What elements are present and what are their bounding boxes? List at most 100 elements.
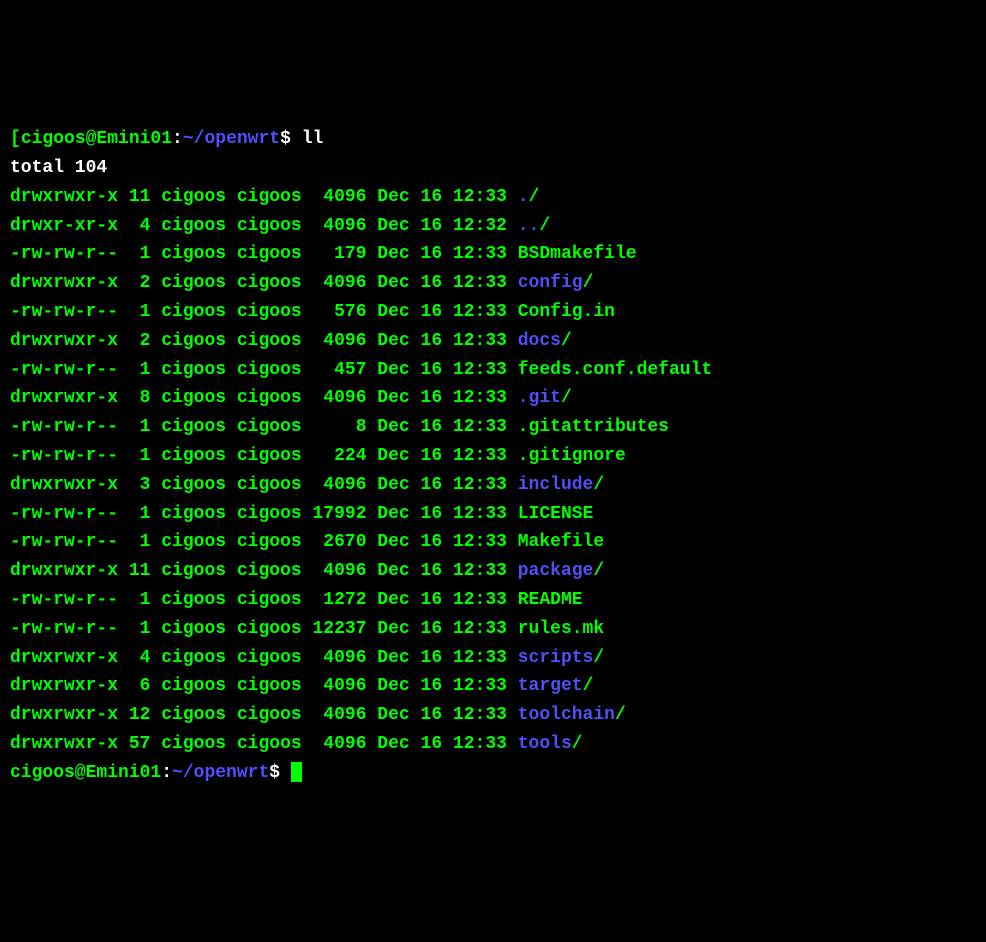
file-name: .	[518, 187, 529, 207]
time: 12:33	[442, 532, 507, 552]
month: Dec	[367, 273, 410, 293]
day: 16	[410, 302, 442, 322]
group: cigoos	[226, 417, 302, 437]
file-name: target	[518, 676, 583, 696]
month: Dec	[367, 446, 410, 466]
list-row: -rw-rw-r-- 1 cigoos cigoos 8 Dec 16 12:3…	[10, 417, 669, 437]
day: 16	[410, 590, 442, 610]
links: 3	[118, 475, 150, 495]
file-name: Config.in	[518, 302, 615, 322]
links: 12	[118, 705, 150, 725]
day: 16	[410, 504, 442, 524]
owner: cigoos	[150, 705, 226, 725]
size: 12237	[302, 619, 367, 639]
time: 12:33	[442, 475, 507, 495]
file-suffix: /	[583, 676, 594, 696]
perm: drwxr-xr-x	[10, 216, 118, 236]
perm: drwxrwxr-x	[10, 734, 118, 754]
links: 8	[118, 388, 150, 408]
file-suffix: /	[561, 331, 572, 351]
typed-command: ll	[302, 129, 324, 149]
prompt-separator: :	[161, 763, 172, 783]
time: 12:33	[442, 273, 507, 293]
month: Dec	[367, 302, 410, 322]
total-line: total 104	[10, 158, 107, 178]
size: 4096	[302, 561, 367, 581]
links: 1	[118, 417, 150, 437]
size: 4096	[302, 187, 367, 207]
file-suffix: /	[583, 273, 594, 293]
links: 1	[118, 446, 150, 466]
size: 4096	[302, 216, 367, 236]
perm: -rw-rw-r--	[10, 590, 118, 610]
owner: cigoos	[150, 273, 226, 293]
time: 12:33	[442, 619, 507, 639]
file-suffix: /	[572, 734, 583, 754]
perm: drwxrwxr-x	[10, 388, 118, 408]
perm: -rw-rw-r--	[10, 360, 118, 380]
group: cigoos	[226, 619, 302, 639]
links: 2	[118, 331, 150, 351]
file-name: include	[518, 475, 594, 495]
file-suffix: /	[539, 216, 550, 236]
day: 16	[410, 417, 442, 437]
links: 57	[118, 734, 150, 754]
list-row: -rw-rw-r-- 1 cigoos cigoos 576 Dec 16 12…	[10, 302, 615, 322]
prompt-dollar: $	[269, 763, 291, 783]
month: Dec	[367, 504, 410, 524]
day: 16	[410, 475, 442, 495]
links: 1	[118, 532, 150, 552]
month: Dec	[367, 187, 410, 207]
month: Dec	[367, 561, 410, 581]
group: cigoos	[226, 504, 302, 524]
day: 16	[410, 360, 442, 380]
file-suffix: /	[593, 475, 604, 495]
owner: cigoos	[150, 504, 226, 524]
owner: cigoos	[150, 590, 226, 610]
month: Dec	[367, 388, 410, 408]
size: 457	[302, 360, 367, 380]
time: 12:33	[442, 331, 507, 351]
group: cigoos	[226, 388, 302, 408]
month: Dec	[367, 216, 410, 236]
file-name: BSDmakefile	[518, 244, 637, 264]
month: Dec	[367, 360, 410, 380]
list-row: drwxrwxr-x 2 cigoos cigoos 4096 Dec 16 1…	[10, 331, 572, 351]
month: Dec	[367, 734, 410, 754]
links: 1	[118, 619, 150, 639]
list-row: -rw-rw-r-- 1 cigoos cigoos 1272 Dec 16 1…	[10, 590, 583, 610]
day: 16	[410, 331, 442, 351]
time: 12:33	[442, 187, 507, 207]
prompt-path: ~/openwrt	[172, 763, 269, 783]
size: 4096	[302, 273, 367, 293]
owner: cigoos	[150, 331, 226, 351]
month: Dec	[367, 417, 410, 437]
size: 224	[302, 446, 367, 466]
size: 4096	[302, 331, 367, 351]
group: cigoos	[226, 216, 302, 236]
size: 576	[302, 302, 367, 322]
owner: cigoos	[150, 619, 226, 639]
day: 16	[410, 705, 442, 725]
owner: cigoos	[150, 216, 226, 236]
owner: cigoos	[150, 388, 226, 408]
links: 4	[118, 216, 150, 236]
links: 1	[118, 504, 150, 524]
file-name: .gitignore	[518, 446, 626, 466]
group: cigoos	[226, 446, 302, 466]
owner: cigoos	[150, 561, 226, 581]
cursor-icon[interactable]	[291, 762, 302, 782]
file-name: .git	[518, 388, 561, 408]
perm: drwxrwxr-x	[10, 475, 118, 495]
list-row: drwxrwxr-x 8 cigoos cigoos 4096 Dec 16 1…	[10, 388, 572, 408]
links: 1	[118, 244, 150, 264]
prompt-user-host: cigoos@Emini01	[21, 129, 172, 149]
group: cigoos	[226, 705, 302, 725]
group: cigoos	[226, 475, 302, 495]
month: Dec	[367, 676, 410, 696]
size: 4096	[302, 475, 367, 495]
terminal-output[interactable]: [cigoos@Emini01:~/openwrt$ ll total 104 …	[10, 125, 976, 787]
list-row: -rw-rw-r-- 1 cigoos cigoos 2670 Dec 16 1…	[10, 532, 604, 552]
file-name: docs	[518, 331, 561, 351]
file-name: rules.mk	[518, 619, 604, 639]
